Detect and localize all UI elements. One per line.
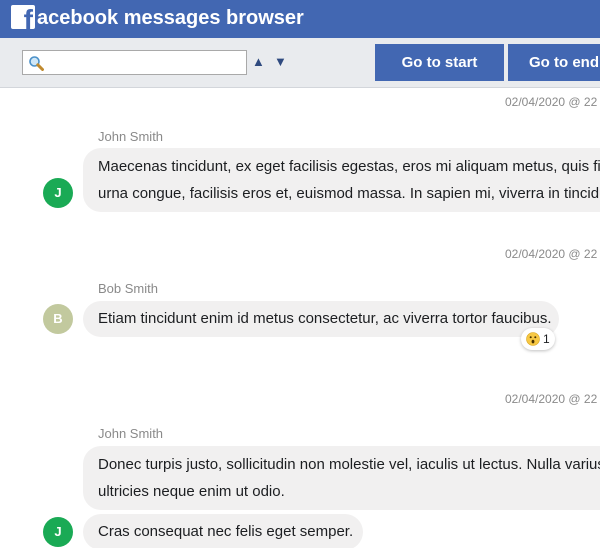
title-bar: f acebook messages browser (0, 0, 600, 38)
avatar: J (43, 517, 73, 547)
message-timestamp: 02/04/2020 @ 22 (505, 392, 598, 406)
facebook-logo-icon: f (11, 5, 35, 29)
message-bubble: Cras consequat nec felis eget semper. (83, 514, 363, 548)
avatar: J (43, 178, 73, 208)
message-bubble: Donec turpis justo, sollicitudin non mol… (83, 446, 600, 510)
go-to-start-button[interactable]: Go to start (375, 44, 504, 81)
app-title: acebook messages browser (37, 7, 304, 29)
message-text-line: Maecenas tincidunt, ex eget facilisis eg… (98, 158, 600, 175)
message-text-line: ultricies neque enim ut odio. (98, 483, 285, 500)
avatar-letter: J (54, 185, 62, 200)
search-input[interactable] (47, 51, 243, 74)
sender-name: Bob Smith (98, 281, 158, 296)
search-icon (29, 56, 44, 71)
sender-name: John Smith (98, 426, 164, 441)
message-bubble: Maecenas tincidunt, ex eget facilisis eg… (83, 148, 600, 212)
reaction-badge[interactable]: 1 (521, 328, 555, 350)
search-box[interactable] (22, 50, 247, 75)
next-result-button[interactable]: ▼ (274, 55, 287, 69)
message-timestamp: 02/04/2020 @ 22 (505, 95, 598, 109)
toolbar: ▲ ▼ Go to start Go to end (0, 38, 600, 88)
logo-letter: f (23, 5, 33, 30)
sender-name: John Smith (98, 129, 164, 144)
message-text-line: urna congue, facilisis eros et, euismod … (98, 185, 600, 202)
message-bubble: Etiam tincidunt enim id metus consectetu… (83, 301, 559, 337)
avatar-letter: B (53, 311, 63, 326)
message-text-line: Etiam tincidunt enim id metus consectetu… (98, 310, 552, 327)
message-text-line: Cras consequat nec felis eget semper. (98, 523, 354, 540)
message-timestamp: 02/04/2020 @ 22 (505, 247, 598, 261)
astonished-face-icon (526, 332, 540, 346)
go-to-end-button[interactable]: Go to end (508, 44, 600, 81)
avatar: B (43, 304, 73, 334)
message-text-line: Donec turpis justo, sollicitudin non mol… (98, 456, 600, 473)
avatar-letter: J (54, 524, 62, 539)
message-list[interactable]: 02/04/2020 @ 22 John Smith Maecenas tinc… (0, 88, 600, 548)
reaction-count: 1 (543, 332, 550, 346)
previous-result-button[interactable]: ▲ (252, 55, 265, 69)
